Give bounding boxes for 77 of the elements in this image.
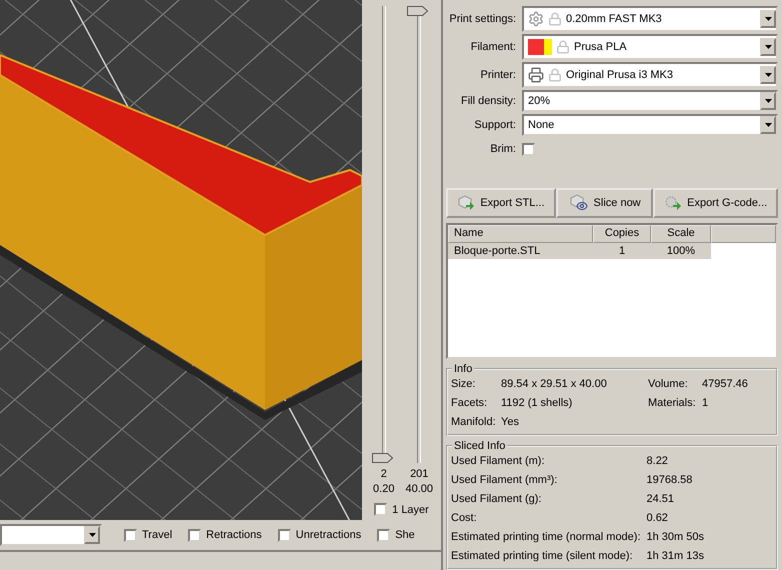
table-cell[interactable]: 100% xyxy=(651,243,711,259)
lock-icon xyxy=(548,12,562,26)
info-label: Cost: xyxy=(451,511,478,526)
field-label: Filament: xyxy=(470,41,516,53)
preset-dropdown[interactable]: Original Prusa i3 MK3 xyxy=(522,62,778,88)
info-label: Size: xyxy=(451,377,476,392)
info-label: Manifold: xyxy=(451,415,497,430)
checkbox-label: 1 Layer xyxy=(392,504,429,516)
dropdown-arrow-icon xyxy=(764,123,772,127)
group-title: Sliced Info xyxy=(453,440,506,452)
field-label: Fill density: xyxy=(460,95,516,107)
preset-dropdown[interactable]: None xyxy=(522,114,778,136)
info-value: Yes xyxy=(501,415,520,430)
toolbar-button[interactable]: Slice now xyxy=(556,188,654,218)
field-label: Printer: xyxy=(480,69,516,81)
layer-slider[interactable] xyxy=(409,6,430,463)
info-value: 89.54 x 29.51 x 40.00 xyxy=(501,377,608,392)
layer-height: 40.00 xyxy=(405,482,434,497)
slider-thumb[interactable] xyxy=(407,6,430,16)
checkbox-label: Travel xyxy=(142,529,172,541)
field-label: Support: xyxy=(473,119,516,131)
info-label: Used Filament (g): xyxy=(451,492,542,507)
info-value: 1h 30m 50s xyxy=(646,530,705,545)
dropdown-arrow-icon xyxy=(764,45,772,49)
dropdown-arrow-icon xyxy=(88,533,96,537)
toolbar-button[interactable]: Export G-code... xyxy=(653,188,778,218)
checkbox[interactable] xyxy=(278,528,291,542)
layer-number: 2 xyxy=(380,467,387,482)
gear-icon xyxy=(528,11,544,27)
field-label: Brim: xyxy=(489,143,516,155)
layer-number: 201 xyxy=(410,467,428,482)
checkbox-label: Retractions xyxy=(206,529,262,541)
group-title: Info xyxy=(453,363,474,375)
layer-height: 0.20 xyxy=(373,482,394,497)
preset-dropdown[interactable]: 20% xyxy=(522,90,778,112)
preset-dropdown[interactable]: 0.20mm FAST MK3 xyxy=(522,6,778,32)
checkbox[interactable] xyxy=(377,528,390,542)
info-value: 1192 (1 shells) xyxy=(501,396,574,411)
dropdown-arrow-icon xyxy=(764,17,772,21)
lock-icon xyxy=(556,40,570,54)
column-header[interactable]: Name xyxy=(448,225,593,243)
info-value: 47957.46 xyxy=(702,377,749,392)
dropdown-arrow-icon xyxy=(764,99,772,103)
info-label: Materials: xyxy=(648,396,697,411)
checkbox-label: She xyxy=(395,529,415,541)
layer-slider[interactable] xyxy=(374,6,394,463)
table-cell[interactable]: 1 xyxy=(593,243,651,259)
table-cell[interactable]: Bloque-porte.STL xyxy=(448,243,593,259)
info-label: Estimated printing time (normal mode): xyxy=(451,530,641,545)
table-header xyxy=(711,225,776,243)
checkbox[interactable] xyxy=(124,528,137,542)
info-label: Used Filament (m): xyxy=(451,454,546,469)
info-label: Used Filament (mm³): xyxy=(451,473,558,488)
checkbox-label: Unretractions xyxy=(296,529,362,541)
info-label: Facets: xyxy=(451,396,488,411)
info-value: 1h 31m 13s xyxy=(646,549,705,564)
info-value: 1 xyxy=(702,396,710,411)
column-header[interactable]: Scale xyxy=(651,225,711,243)
info-value: 24.51 xyxy=(646,492,676,507)
info-label: Volume: xyxy=(648,377,689,392)
checkbox[interactable] xyxy=(522,142,535,156)
info-value: 8.22 xyxy=(646,454,669,469)
cube-arrow-icon xyxy=(457,195,476,211)
column-header[interactable]: Copies xyxy=(593,225,651,243)
info-label: Estimated printing time (silent mode): xyxy=(451,549,634,564)
view-type-dropdown[interactable] xyxy=(0,524,102,546)
info-value: 19768.58 xyxy=(646,473,694,488)
info-value: 0.62 xyxy=(646,511,669,526)
field-label: Print settings: xyxy=(448,13,516,25)
toolbar-button[interactable]: Export STL... xyxy=(446,188,556,218)
checkbox[interactable] xyxy=(374,503,388,516)
lock-icon xyxy=(548,68,562,82)
checkbox[interactable] xyxy=(188,528,202,542)
slider-thumb[interactable] xyxy=(372,453,394,463)
preset-dropdown[interactable]: Prusa PLA xyxy=(522,34,778,60)
dropdown-arrow-icon xyxy=(764,73,772,77)
printer-icon xyxy=(528,67,544,83)
